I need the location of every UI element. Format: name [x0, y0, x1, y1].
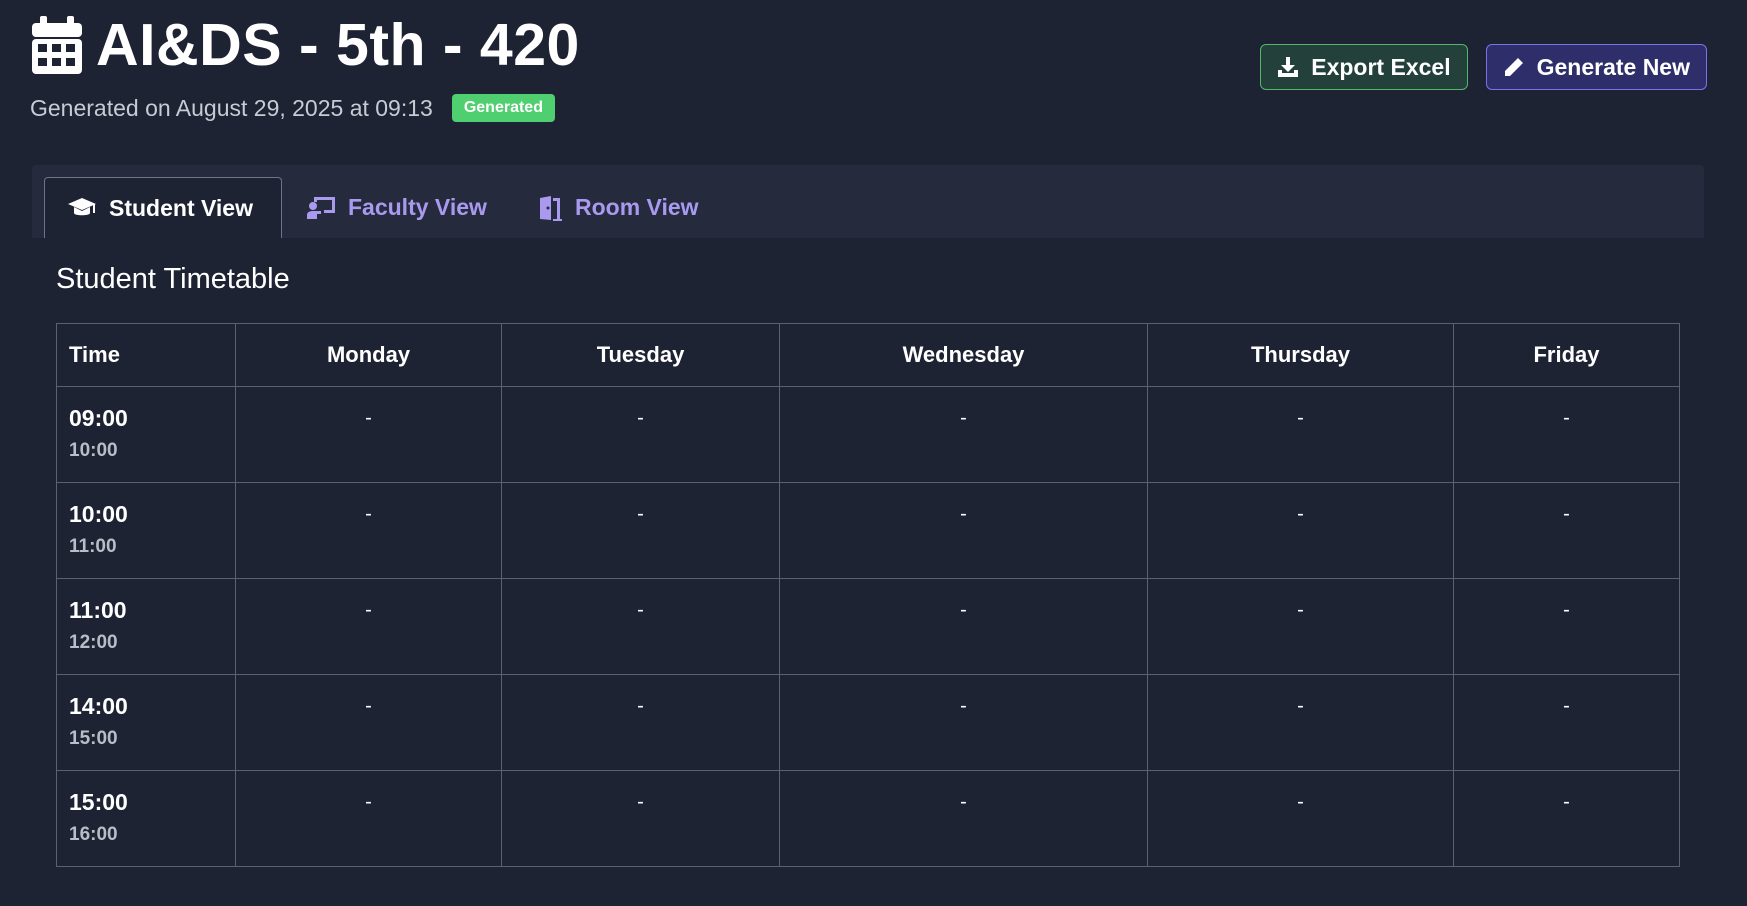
- export-excel-button[interactable]: Export Excel: [1260, 44, 1468, 90]
- status-badge: Generated: [451, 94, 555, 122]
- schedule-cell[interactable]: -: [235, 770, 502, 867]
- column-header-monday: Monday: [235, 323, 502, 387]
- time-slot-cell: 09:00 10:00: [56, 386, 236, 483]
- pencil-icon: [1504, 58, 1523, 76]
- generate-new-button[interactable]: Generate New: [1485, 44, 1707, 90]
- schedule-cell[interactable]: -: [235, 386, 502, 483]
- graduation-cap-icon: [68, 198, 96, 216]
- table-row: 15:00 16:00 - - - - -: [56, 770, 1680, 867]
- schedule-cell[interactable]: -: [501, 674, 780, 771]
- table-row: 10:00 11:00 - - - - -: [56, 482, 1680, 579]
- table-header-row: Time Monday Tuesday Wednesday Thursday F…: [56, 323, 1680, 387]
- table-row: 14:00 15:00 - - - - -: [56, 674, 1680, 771]
- page: AI&DS - 5th - 420 Generated on August 29…: [0, 0, 1747, 906]
- schedule-cell[interactable]: -: [501, 578, 780, 675]
- meta-row: Generated on August 29, 2025 at 09:13 Ge…: [30, 92, 1707, 124]
- generated-timestamp: Generated on August 29, 2025 at 09:13: [30, 94, 433, 121]
- schedule-cell[interactable]: -: [235, 482, 502, 579]
- schedule-cell[interactable]: -: [779, 578, 1148, 675]
- schedule-cell[interactable]: -: [1453, 386, 1680, 483]
- tab-faculty-view-label: Faculty View: [348, 194, 487, 220]
- column-header-wednesday: Wednesday: [779, 323, 1148, 387]
- schedule-cell[interactable]: -: [1453, 482, 1680, 579]
- time-slot-end: 11:00: [69, 536, 117, 557]
- time-slot-start: 11:00: [69, 597, 127, 623]
- view-tabs: Student View Faculty View Room View: [32, 165, 1704, 238]
- schedule-cell[interactable]: -: [1453, 674, 1680, 771]
- time-slot-cell: 15:00 16:00: [56, 770, 236, 867]
- schedule-cell[interactable]: -: [235, 578, 502, 675]
- schedule-cell[interactable]: -: [1147, 770, 1454, 867]
- schedule-cell[interactable]: -: [501, 482, 780, 579]
- header-actions: Export Excel Generate New: [1260, 44, 1707, 90]
- tab-faculty-view[interactable]: Faculty View: [306, 177, 487, 238]
- time-slot-start: 09:00: [69, 405, 128, 431]
- time-slot-cell: 11:00 12:00: [56, 578, 236, 675]
- schedule-cell[interactable]: -: [1453, 578, 1680, 675]
- column-header-tuesday: Tuesday: [501, 323, 780, 387]
- schedule-cell[interactable]: -: [779, 770, 1148, 867]
- schedule-cell[interactable]: -: [1147, 578, 1454, 675]
- table-row: 11:00 12:00 - - - - -: [56, 578, 1680, 675]
- chalkboard-teacher-icon: [307, 196, 335, 219]
- section-title: Student Timetable: [56, 263, 290, 295]
- schedule-cell[interactable]: -: [779, 482, 1148, 579]
- time-slot-start: 15:00: [69, 789, 128, 815]
- time-slot-start: 10:00: [69, 501, 128, 527]
- time-slot-end: 12:00: [69, 632, 118, 653]
- table-row: 09:00 10:00 - - - - -: [56, 386, 1680, 483]
- tab-room-view[interactable]: Room View: [537, 177, 699, 238]
- schedule-cell[interactable]: -: [779, 674, 1148, 771]
- column-header-friday: Friday: [1453, 323, 1680, 387]
- schedule-cell[interactable]: -: [1147, 386, 1454, 483]
- generate-new-label: Generate New: [1536, 53, 1690, 80]
- page-title: AI&DS - 5th - 420: [96, 12, 580, 78]
- schedule-cell[interactable]: -: [1453, 770, 1680, 867]
- timetable-card: Student View Faculty View Room View Stud…: [32, 165, 1704, 906]
- time-slot-start: 14:00: [69, 693, 128, 719]
- schedule-cell[interactable]: -: [1147, 674, 1454, 771]
- calendar-icon: [30, 14, 84, 76]
- schedule-cell[interactable]: -: [1147, 482, 1454, 579]
- schedule-cell[interactable]: -: [501, 386, 780, 483]
- download-icon: [1278, 57, 1299, 77]
- time-slot-end: 10:00: [69, 440, 118, 461]
- time-slot-end: 16:00: [69, 824, 118, 845]
- schedule-cell[interactable]: -: [501, 770, 780, 867]
- time-slot-cell: 10:00 11:00: [56, 482, 236, 579]
- door-open-icon: [540, 195, 562, 221]
- page-header: AI&DS - 5th - 420 Generated on August 29…: [30, 10, 1707, 130]
- time-slot-end: 15:00: [69, 728, 118, 749]
- tab-student-view-label: Student View: [109, 194, 253, 221]
- timetable-grid: Time Monday Tuesday Wednesday Thursday F…: [56, 323, 1680, 867]
- column-header-thursday: Thursday: [1147, 323, 1454, 387]
- schedule-cell[interactable]: -: [235, 674, 502, 771]
- export-excel-label: Export Excel: [1311, 53, 1451, 80]
- tab-room-view-label: Room View: [575, 194, 699, 220]
- time-slot-cell: 14:00 15:00: [56, 674, 236, 771]
- tab-student-view[interactable]: Student View: [44, 177, 282, 238]
- column-header-time: Time: [56, 323, 236, 387]
- schedule-cell[interactable]: -: [779, 386, 1148, 483]
